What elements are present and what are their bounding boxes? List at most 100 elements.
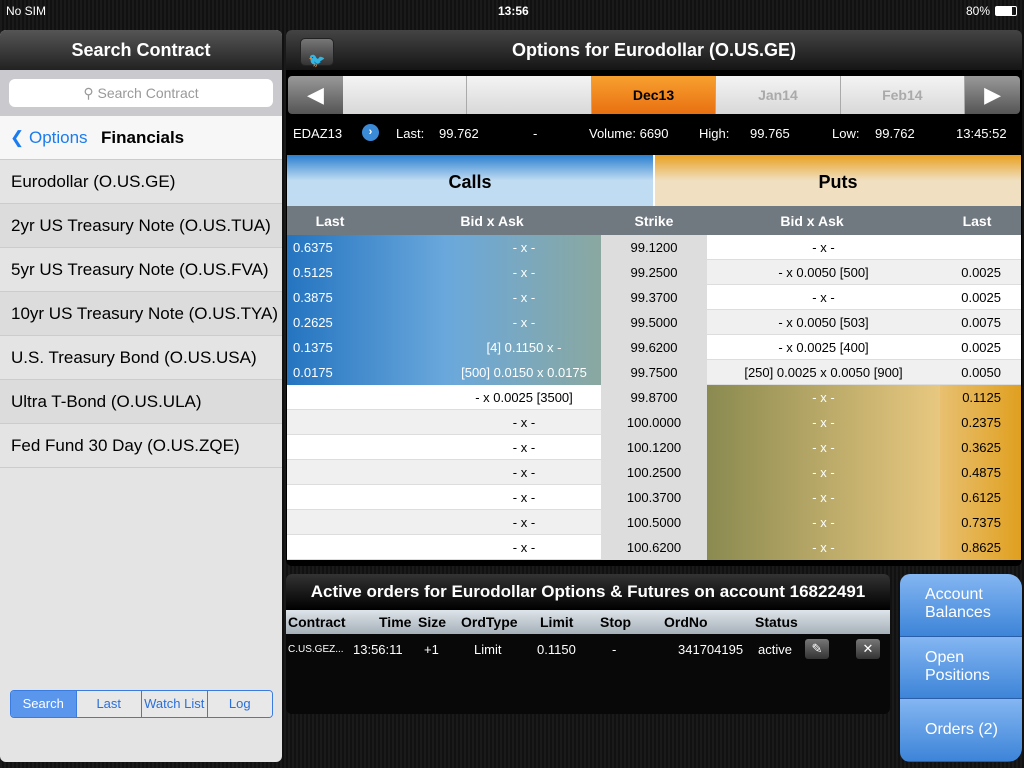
- call-last[interactable]: 0.5125: [287, 260, 447, 285]
- month-tab[interactable]: [467, 76, 592, 114]
- put-last[interactable]: 0.7375: [940, 510, 1021, 535]
- call-bid-ask[interactable]: - x -: [447, 535, 601, 560]
- cancel-order-icon[interactable]: ✕: [856, 639, 880, 659]
- call-last[interactable]: 0.3875: [287, 285, 447, 310]
- twitter-button[interactable]: 🐦: [300, 38, 334, 68]
- strike[interactable]: 100.6200: [601, 535, 707, 560]
- call-last[interactable]: 0.1375: [287, 335, 447, 360]
- strike[interactable]: 99.8700: [601, 385, 707, 410]
- call-last[interactable]: [287, 410, 447, 435]
- side-button-1[interactable]: Open Positions: [900, 636, 1022, 700]
- put-last[interactable]: 0.0025: [940, 285, 1021, 310]
- put-bid-ask[interactable]: - x -: [707, 410, 940, 435]
- call-bid-ask[interactable]: - x -: [447, 310, 601, 335]
- strike[interactable]: 100.3700: [601, 485, 707, 510]
- contract-list-item[interactable]: U.S. Treasury Bond (O.US.USA): [0, 336, 282, 380]
- tab-search[interactable]: Search: [11, 691, 77, 717]
- side-button-0[interactable]: Account Balances: [900, 574, 1022, 637]
- put-bid-ask[interactable]: - x -: [707, 385, 940, 410]
- put-bid-ask[interactable]: - x 0.0025 [400]: [707, 335, 940, 360]
- puts-tab[interactable]: Puts: [655, 155, 1021, 206]
- put-last[interactable]: 0.8625: [940, 535, 1021, 560]
- strike[interactable]: 99.6200: [601, 335, 707, 360]
- call-bid-ask[interactable]: - x -: [447, 435, 601, 460]
- put-bid-ask[interactable]: - x 0.0050 [500]: [707, 260, 940, 285]
- month-tab[interactable]: Jan14: [716, 76, 841, 114]
- chain-row[interactable]: - x -100.1200- x -0.3625: [287, 435, 1021, 460]
- put-bid-ask[interactable]: - x -: [707, 235, 940, 260]
- contract-list-item[interactable]: Ultra T-Bond (O.US.ULA): [0, 380, 282, 424]
- contract-list-item[interactable]: 10yr US Treasury Note (O.US.TYA): [0, 292, 282, 336]
- put-last[interactable]: 0.3625: [940, 435, 1021, 460]
- month-tab[interactable]: Feb14: [840, 76, 966, 114]
- put-last[interactable]: 0.1125: [940, 385, 1021, 410]
- strike[interactable]: 100.0000: [601, 410, 707, 435]
- put-bid-ask[interactable]: - x -: [707, 510, 940, 535]
- contract-list-item[interactable]: Fed Fund 30 Day (O.US.ZQE): [0, 424, 282, 468]
- call-last[interactable]: 0.2625: [287, 310, 447, 335]
- details-chevron-icon[interactable]: ›: [362, 124, 379, 141]
- chain-row[interactable]: - x -100.3700- x -0.6125: [287, 485, 1021, 510]
- month-tab[interactable]: Dec13: [591, 76, 717, 114]
- put-last[interactable]: 0.2375: [940, 410, 1021, 435]
- order-row[interactable]: C.US.GEZ... 13:56:11 +1 Limit 0.1150 - 3417041…: [286, 634, 890, 664]
- call-last[interactable]: [287, 485, 447, 510]
- call-last[interactable]: [287, 535, 447, 560]
- call-bid-ask[interactable]: - x -: [447, 260, 601, 285]
- chain-row[interactable]: 0.3875- x -99.3700- x -0.0025: [287, 285, 1021, 310]
- strike[interactable]: 99.3700: [601, 285, 707, 310]
- chain-row[interactable]: - x -100.2500- x -0.4875: [287, 460, 1021, 485]
- strike[interactable]: 99.1200: [601, 235, 707, 260]
- strike[interactable]: 99.2500: [601, 260, 707, 285]
- call-bid-ask[interactable]: - x -: [447, 460, 601, 485]
- chain-row[interactable]: 0.5125- x -99.2500- x 0.0050 [500] 0.0025: [287, 260, 1021, 285]
- put-bid-ask[interactable]: - x -: [707, 535, 940, 560]
- call-last[interactable]: [287, 435, 447, 460]
- call-bid-ask[interactable]: [500] 0.0150 x 0.0175 [500]: [447, 360, 601, 405]
- chain-row[interactable]: - x -100.5000- x -0.7375: [287, 510, 1021, 535]
- side-button-2[interactable]: Orders (2): [900, 699, 1022, 762]
- call-last[interactable]: [287, 460, 447, 485]
- strike[interactable]: 100.1200: [601, 435, 707, 460]
- strike[interactable]: 100.5000: [601, 510, 707, 535]
- call-bid-ask[interactable]: [4] 0.1150 x -: [447, 335, 601, 360]
- put-bid-ask[interactable]: - x -: [707, 460, 940, 485]
- put-last[interactable]: 0.6125: [940, 485, 1021, 510]
- put-last[interactable]: 0.0025: [940, 335, 1021, 360]
- chain-row[interactable]: - x 0.0025 [3500] 99.8700- x -0.1125: [287, 385, 1021, 410]
- search-input[interactable]: ⚲ Search Contract: [9, 79, 273, 107]
- put-bid-ask[interactable]: - x -: [707, 435, 940, 460]
- contract-list-item[interactable]: Eurodollar (O.US.GE): [0, 160, 282, 204]
- strike[interactable]: 99.5000: [601, 310, 707, 335]
- call-bid-ask[interactable]: - x -: [447, 485, 601, 510]
- call-bid-ask[interactable]: - x -: [447, 235, 601, 260]
- call-bid-ask[interactable]: - x 0.0025 [3500]: [447, 385, 601, 410]
- chain-row[interactable]: 0.2625- x -99.5000- x 0.0050 [503] 0.0075: [287, 310, 1021, 335]
- next-month-arrow-icon[interactable]: ▶: [965, 76, 1020, 114]
- tab-watch-list[interactable]: Watch List: [142, 691, 208, 717]
- chain-row[interactable]: 0.0175[500] 0.0150 x 0.0175 [500]99.7500…: [287, 360, 1021, 405]
- tab-log[interactable]: Log: [207, 691, 272, 717]
- call-last[interactable]: [287, 385, 447, 410]
- call-last[interactable]: 0.0175: [287, 360, 447, 385]
- chain-row[interactable]: 0.6375- x -99.1200- x -: [287, 235, 1021, 260]
- put-last[interactable]: 0.0050: [940, 360, 1021, 385]
- put-bid-ask[interactable]: - x -: [707, 285, 940, 310]
- contract-list-item[interactable]: 2yr US Treasury Note (O.US.TUA): [0, 204, 282, 248]
- month-tab[interactable]: [343, 76, 468, 114]
- edit-order-icon[interactable]: ✎: [805, 639, 829, 659]
- chain-row[interactable]: - x -100.0000- x -0.2375: [287, 410, 1021, 435]
- back-button[interactable]: ❮ Options: [10, 116, 88, 160]
- prev-month-arrow-icon[interactable]: ◀: [288, 76, 343, 114]
- put-last[interactable]: [940, 235, 1021, 260]
- put-last[interactable]: 0.0075: [940, 310, 1021, 335]
- strike[interactable]: 100.2500: [601, 460, 707, 485]
- calls-tab[interactable]: Calls: [287, 155, 655, 206]
- put-bid-ask[interactable]: - x 0.0050 [503]: [707, 310, 940, 335]
- tab-last-viewed[interactable]: Last viewed: [76, 691, 142, 717]
- strike[interactable]: 99.7500: [601, 360, 707, 385]
- call-bid-ask[interactable]: - x -: [447, 510, 601, 535]
- chain-row[interactable]: - x -100.6200- x -0.8625: [287, 535, 1021, 560]
- chain-row[interactable]: 0.1375 [4] 0.1150 x -99.6200- x 0.0025 [4…: [287, 335, 1021, 360]
- put-last[interactable]: 0.0025: [940, 260, 1021, 285]
